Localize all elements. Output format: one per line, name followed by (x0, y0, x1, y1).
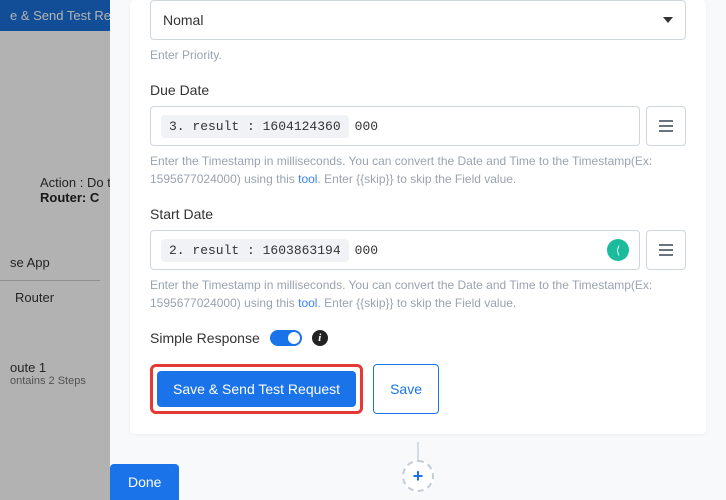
hamburger-icon (659, 120, 673, 132)
due-date-tool-link[interactable]: tool (298, 172, 317, 186)
toggle-knob (288, 332, 300, 344)
start-date-input-row: 2. result : 1603863194 000 ⟨ (150, 230, 686, 270)
form-card: Nomal Enter Priority. Due Date 3. result… (130, 0, 706, 434)
due-date-token: 3. result : 1604124360 (161, 115, 349, 138)
hamburger-icon (659, 244, 673, 256)
simple-response-row: Simple Response i (150, 330, 686, 346)
priority-value: Nomal (163, 12, 203, 28)
start-date-group: Start Date 2. result : 1603863194 000 ⟨ … (150, 206, 686, 312)
button-row: Save & Send Test Request Save (150, 364, 686, 414)
due-date-help: Enter the Timestamp in milliseconds. You… (150, 152, 686, 188)
bg-router-item: Router (5, 280, 64, 315)
save-send-test-button[interactable]: Save & Send Test Request (157, 371, 356, 407)
bg-app-item: se App (0, 245, 100, 281)
due-date-help-suffix: . Enter {{skip}} to skip the Field value… (317, 172, 516, 186)
bg-action-item: Action : Do t Router: C (30, 165, 121, 215)
start-date-suffix: 000 (355, 243, 378, 258)
start-date-tool-link[interactable]: tool (298, 296, 317, 310)
bg-route1-sub: ontains 2 Steps (10, 375, 86, 387)
save-button[interactable]: Save (373, 364, 439, 414)
due-date-label: Due Date (150, 82, 686, 98)
connector: + (110, 442, 726, 492)
start-date-input[interactable]: 2. result : 1603863194 000 ⟨ (150, 230, 640, 270)
bg-header-button: e & Send Test Req (0, 0, 128, 31)
start-date-menu-button[interactable] (646, 230, 686, 270)
connector-line (417, 442, 419, 460)
simple-response-toggle[interactable] (270, 330, 302, 346)
priority-help: Enter Priority. (150, 46, 686, 64)
add-step-button[interactable]: + (402, 460, 434, 492)
done-button[interactable]: Done (110, 464, 179, 500)
start-date-help-suffix: . Enter {{skip}} to skip the Field value… (317, 296, 516, 310)
due-date-input-row: 3. result : 1604124360 000 (150, 106, 686, 146)
active-indicator-icon: ⟨ (607, 239, 629, 261)
simple-response-label: Simple Response (150, 330, 260, 346)
start-date-token: 2. result : 1603863194 (161, 239, 349, 262)
due-date-suffix: 000 (355, 119, 378, 134)
due-date-input[interactable]: 3. result : 1604124360 000 (150, 106, 640, 146)
info-icon[interactable]: i (312, 330, 328, 346)
highlight-box: Save & Send Test Request (150, 364, 363, 414)
bg-route1-label: oute 1 (10, 360, 86, 375)
modal-panel: Nomal Enter Priority. Due Date 3. result… (110, 0, 726, 500)
due-date-menu-button[interactable] (646, 106, 686, 146)
caret-down-icon (663, 17, 673, 23)
bg-router-label: Router: C (40, 190, 111, 205)
start-date-help: Enter the Timestamp in milliseconds. You… (150, 276, 686, 312)
start-date-label: Start Date (150, 206, 686, 222)
bg-action-label: Action : Do t (40, 175, 111, 190)
priority-select[interactable]: Nomal (150, 0, 686, 40)
due-date-group: Due Date 3. result : 1604124360 000 Ente… (150, 82, 686, 188)
bg-route1-item: oute 1 ontains 2 Steps (0, 350, 96, 397)
priority-group: Nomal Enter Priority. (150, 0, 686, 64)
